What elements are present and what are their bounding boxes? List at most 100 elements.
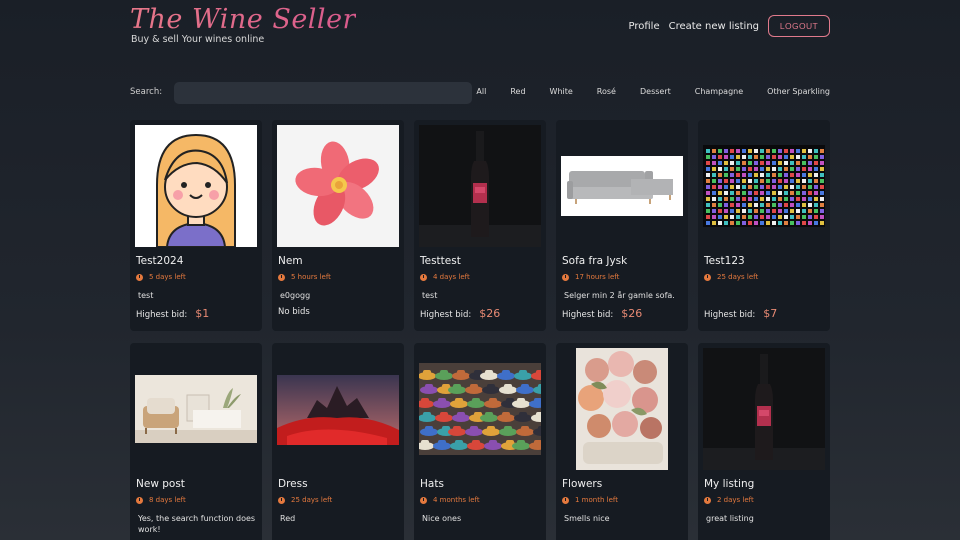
filter-rose[interactable]: Rosé xyxy=(597,87,616,96)
listing-card[interactable]: Nem 5 hours left e0gogg No bids xyxy=(272,120,404,331)
listing-image-grey-sofa xyxy=(561,125,683,247)
listing-description: e0gogg xyxy=(280,291,311,300)
wine-seller-page: The Wine Seller Buy & sell Your wines on… xyxy=(0,0,960,540)
time-left: 8 days left xyxy=(149,496,186,504)
listing-description: Selger min 2 år gamle sofa. xyxy=(564,291,675,300)
listing-title: Dress xyxy=(278,478,308,490)
bid-label: Highest bid: xyxy=(420,310,472,320)
bid-value: $7 xyxy=(763,307,778,320)
listing-title: Test123 xyxy=(704,255,745,267)
listing-card[interactable]: Testtest 4 days left test Highest bid: $… xyxy=(414,120,546,331)
listing-title: Testtest xyxy=(420,255,461,267)
time-left: 25 days left xyxy=(717,273,759,281)
clock-icon xyxy=(278,273,285,281)
time-left: 17 hours left xyxy=(575,273,620,281)
logout-button[interactable]: LOGOUT xyxy=(768,15,830,37)
site-logo-title[interactable]: The Wine Seller xyxy=(130,4,356,35)
clock-icon xyxy=(420,496,427,504)
listing-description: test xyxy=(138,291,154,300)
listing-bid: Highest bid: $7 xyxy=(704,307,777,320)
clock-icon xyxy=(136,496,143,504)
time-left: 5 hours left xyxy=(291,273,331,281)
listing-time: 2 days left xyxy=(704,496,754,504)
listing-image-wine-bottle xyxy=(419,125,541,247)
listing-time: 4 days left xyxy=(420,273,470,281)
listing-image-cartoon-girl xyxy=(135,125,257,247)
listing-title: Sofa fra Jysk xyxy=(562,255,628,267)
listing-card[interactable]: Flowers 1 month left Smells nice xyxy=(556,343,688,540)
listing-bid: Highest bid: $26 xyxy=(420,307,500,320)
listing-bid: No bids xyxy=(278,307,310,317)
listing-time: 1 month left xyxy=(562,496,618,504)
bid-label: Highest bid: xyxy=(704,310,756,320)
listing-card[interactable]: Hats 4 months left Nice ones xyxy=(414,343,546,540)
listing-image-sprite-collage xyxy=(703,125,825,247)
filter-white[interactable]: White xyxy=(550,87,573,96)
category-filters: All Red White Rosé Dessert Champagne Oth… xyxy=(476,87,830,96)
clock-icon xyxy=(562,273,569,281)
listing-description: Smells nice xyxy=(564,514,610,523)
listing-title: Test2024 xyxy=(136,255,184,267)
time-left: 2 days left xyxy=(717,496,754,504)
no-bids-label: No bids xyxy=(278,307,310,317)
listing-bid: Highest bid: $26 xyxy=(562,307,642,320)
listing-image-pink-flower xyxy=(277,125,399,247)
time-left: 5 days left xyxy=(149,273,186,281)
bid-label: Highest bid: xyxy=(562,310,614,320)
listing-card[interactable]: Test2024 5 days left test Highest bid: $… xyxy=(130,120,262,331)
filter-red[interactable]: Red xyxy=(510,87,525,96)
listings-grid: Test2024 5 days left test Highest bid: $… xyxy=(130,120,830,540)
search-input[interactable] xyxy=(174,82,472,104)
listing-image-red-dress xyxy=(277,348,399,470)
listing-title: My listing xyxy=(704,478,755,490)
listing-bid: Highest bid: $1 xyxy=(136,307,209,320)
listing-time: 5 hours left xyxy=(278,273,331,281)
site-subtitle: Buy & sell Your wines online xyxy=(131,34,265,45)
time-left: 25 days left xyxy=(291,496,333,504)
time-left: 4 days left xyxy=(433,273,470,281)
listing-description: Nice ones xyxy=(422,514,462,523)
listing-card[interactable]: Test123 25 days left Highest bid: $7 xyxy=(698,120,830,331)
listing-title: Flowers xyxy=(562,478,603,490)
bid-value: $1 xyxy=(195,307,210,320)
listing-description: great listing xyxy=(706,514,754,523)
listing-image-colorful-hats xyxy=(419,348,541,470)
clock-icon xyxy=(136,273,143,281)
clock-icon xyxy=(704,273,711,281)
listing-card[interactable]: Dress 25 days left Red xyxy=(272,343,404,540)
filter-other-sparkling[interactable]: Other Sparkling xyxy=(767,87,830,96)
clock-icon xyxy=(420,273,427,281)
clock-icon xyxy=(562,496,569,504)
listing-description: Red xyxy=(280,514,296,523)
listing-description: Yes, the search function does work! xyxy=(138,514,256,534)
listing-time: 8 days left xyxy=(136,496,186,504)
listing-time: 4 months left xyxy=(420,496,480,504)
listing-title: New post xyxy=(136,478,185,490)
bid-label: Highest bid: xyxy=(136,310,188,320)
filter-all[interactable]: All xyxy=(476,87,486,96)
listing-time: 17 hours left xyxy=(562,273,619,281)
header: The Wine Seller Buy & sell Your wines on… xyxy=(130,4,830,54)
top-nav: Profile Create new listing LOGOUT xyxy=(629,15,830,37)
search-label: Search: xyxy=(130,87,163,97)
listing-card[interactable]: Sofa fra Jysk 17 hours left Selger min 2… xyxy=(556,120,688,331)
listing-image-wine-bottle xyxy=(703,348,825,470)
filter-champagne[interactable]: Champagne xyxy=(695,87,743,96)
listing-card[interactable]: My listing 2 days left great listing xyxy=(698,343,830,540)
bid-value: $26 xyxy=(621,307,643,320)
listing-time: 25 days left xyxy=(278,496,332,504)
nav-create-listing-link[interactable]: Create new listing xyxy=(669,21,759,32)
listing-title: Hats xyxy=(420,478,444,490)
filter-dessert[interactable]: Dessert xyxy=(640,87,671,96)
nav-profile-link[interactable]: Profile xyxy=(629,21,660,32)
listing-card[interactable]: New post 8 days left Yes, the search fun… xyxy=(130,343,262,540)
listing-time: 25 days left xyxy=(704,273,758,281)
listing-image-flower-bouquet xyxy=(561,348,683,470)
listing-description: test xyxy=(422,291,438,300)
clock-icon xyxy=(704,496,711,504)
clock-icon xyxy=(278,496,285,504)
listing-image-living-room xyxy=(135,348,257,470)
search-row: Search: All Red White Rosé Dessert Champ… xyxy=(130,82,830,104)
listing-time: 5 days left xyxy=(136,273,186,281)
bid-value: $26 xyxy=(479,307,501,320)
